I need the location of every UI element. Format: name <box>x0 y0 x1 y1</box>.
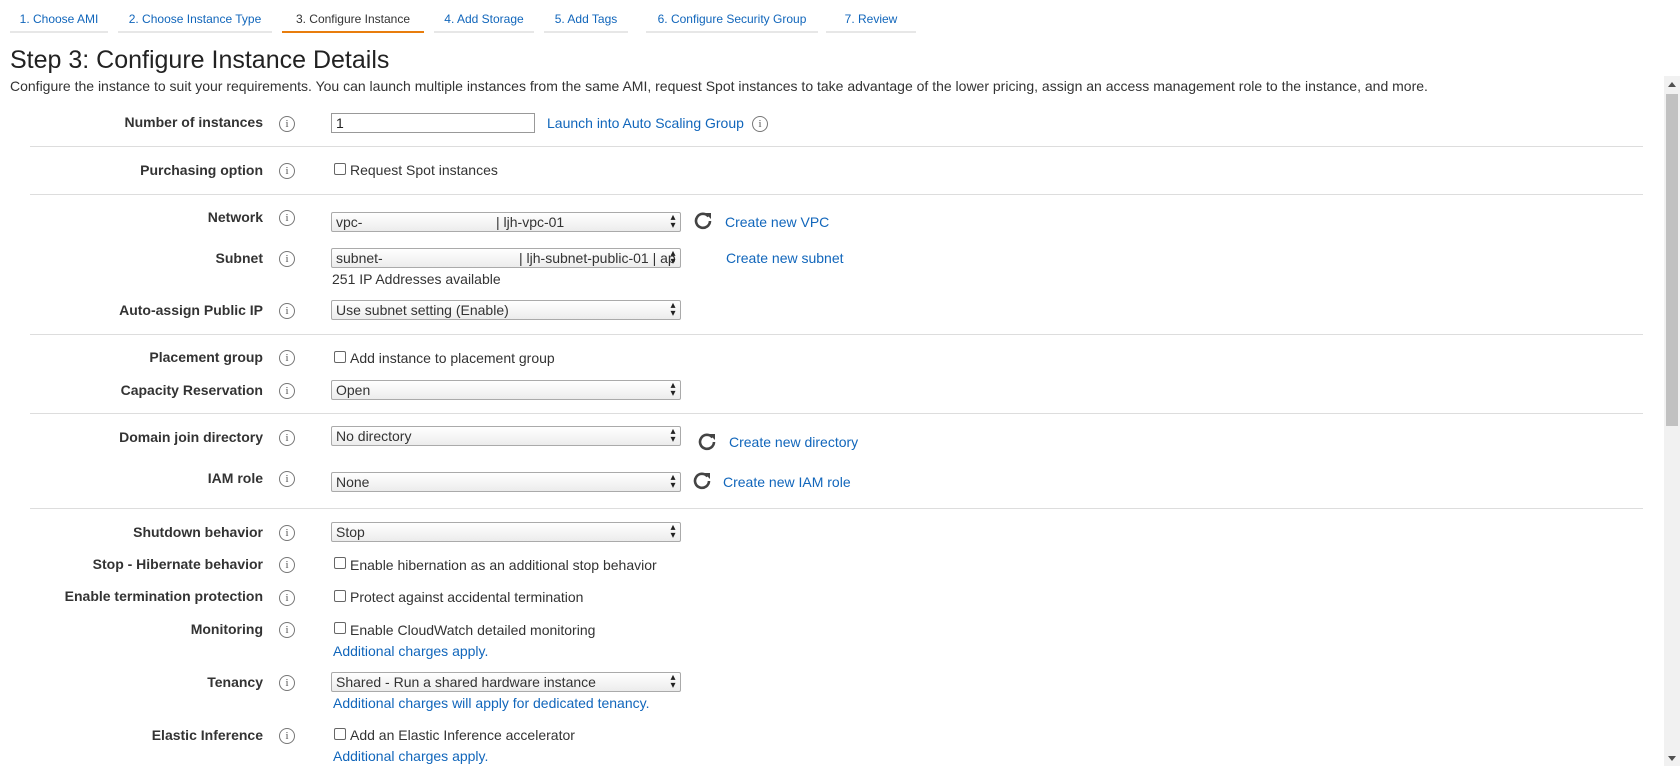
capacity-reservation-value: Open <box>336 382 371 398</box>
tab-configure-instance[interactable]: 3. Configure Instance <box>282 0 424 33</box>
subnet-select[interactable]: subnet- | ljh-subnet-public-01 | ap ▴ ▾ <box>331 248 681 268</box>
page-description: Configure the instance to suit your requ… <box>10 78 1428 94</box>
refresh-icon[interactable] <box>697 431 717 451</box>
label-auto-assign-ip: Auto-assign Public IP <box>119 302 263 318</box>
tab-configure-security-group[interactable]: 6. Configure Security Group <box>646 0 818 33</box>
hibernate-label: Enable hibernation as an additional stop… <box>350 557 657 573</box>
divider <box>30 413 1643 414</box>
subnet-ip-count: 251 IP Addresses available <box>332 271 501 287</box>
request-spot-checkbox[interactable] <box>334 163 346 175</box>
tenancy-charges-link[interactable]: Additional charges will apply for dedica… <box>333 695 649 711</box>
page-title: Step 3: Configure Instance Details <box>10 46 390 74</box>
info-icon[interactable]: i <box>279 728 295 744</box>
info-icon[interactable]: i <box>279 163 295 179</box>
info-icon[interactable]: i <box>279 525 295 541</box>
divider <box>30 194 1643 195</box>
iam-role-value: None <box>336 474 370 490</box>
label-domain-join: Domain join directory <box>119 429 263 445</box>
tab-review[interactable]: 7. Review <box>826 0 916 33</box>
placement-group-checkbox[interactable] <box>334 351 346 363</box>
info-icon[interactable]: i <box>279 251 295 267</box>
elastic-inference-checkbox[interactable] <box>334 728 346 740</box>
info-icon[interactable]: i <box>279 350 295 366</box>
tab-choose-ami[interactable]: 1. Choose AMI <box>10 0 108 33</box>
label-iam-role: IAM role <box>207 470 263 486</box>
iam-role-select[interactable]: None ▴ ▾ <box>331 472 681 492</box>
label-hibernate: Stop - Hibernate behavior <box>92 556 263 572</box>
scroll-down-arrow-icon[interactable] <box>1668 756 1676 761</box>
label-capacity-reservation: Capacity Reservation <box>120 382 263 398</box>
label-number-of-instances: Number of instances <box>124 114 263 130</box>
refresh-icon[interactable] <box>693 210 713 230</box>
shutdown-behavior-value: Stop <box>336 524 365 540</box>
tab-add-tags[interactable]: 5. Add Tags <box>544 0 628 33</box>
launch-auto-scaling-link[interactable]: Launch into Auto Scaling Group <box>547 115 744 131</box>
tab-choose-instance-type[interactable]: 2. Choose Instance Type <box>118 0 272 33</box>
select-arrows-icon: ▴ ▾ <box>670 472 676 491</box>
select-arrows-icon: ▴ ▾ <box>670 426 676 445</box>
create-iam-role-link[interactable]: Create new IAM role <box>723 474 851 490</box>
label-subnet: Subnet <box>215 250 263 266</box>
label-tenancy: Tenancy <box>207 674 263 690</box>
domain-join-value: No directory <box>336 428 412 444</box>
select-arrows-icon: ▴ ▾ <box>670 248 676 267</box>
network-prefix: vpc- <box>336 214 363 230</box>
info-icon[interactable]: i <box>279 116 295 132</box>
auto-assign-ip-value: Use subnet setting (Enable) <box>336 302 509 318</box>
label-purchasing-option: Purchasing option <box>140 162 263 178</box>
number-of-instances-input[interactable] <box>331 113 535 133</box>
scrollbar-thumb[interactable] <box>1666 94 1678 426</box>
select-arrows-icon: ▴ ▾ <box>670 672 676 691</box>
label-network: Network <box>207 209 263 225</box>
select-arrows-icon: ▴ ▾ <box>670 522 676 541</box>
info-icon[interactable]: i <box>279 557 295 573</box>
divider <box>30 334 1643 335</box>
label-shutdown-behavior: Shutdown behavior <box>133 524 263 540</box>
termination-protection-label: Protect against accidental termination <box>350 589 584 605</box>
info-icon[interactable]: i <box>279 675 295 691</box>
refresh-icon[interactable] <box>692 470 712 490</box>
divider <box>30 508 1643 509</box>
info-icon[interactable]: i <box>752 116 768 132</box>
label-placement-group: Placement group <box>149 349 263 365</box>
capacity-reservation-select[interactable]: Open ▴ ▾ <box>331 380 681 400</box>
info-icon[interactable]: i <box>279 210 295 226</box>
select-arrows-icon: ▴ ▾ <box>670 300 676 319</box>
info-icon[interactable]: i <box>279 471 295 487</box>
subnet-name: | ljh-subnet-public-01 | ap <box>519 250 676 266</box>
subnet-prefix: subnet- <box>336 250 383 266</box>
elastic-inference-charges-link[interactable]: Additional charges apply. <box>333 748 488 764</box>
tenancy-select[interactable]: Shared - Run a shared hardware instance … <box>331 672 681 692</box>
create-directory-link[interactable]: Create new directory <box>729 434 858 450</box>
select-arrows-icon: ▴ ▾ <box>670 212 676 231</box>
hibernate-checkbox[interactable] <box>334 557 346 569</box>
info-icon[interactable]: i <box>279 383 295 399</box>
tab-add-storage[interactable]: 4. Add Storage <box>434 0 534 33</box>
network-select[interactable]: vpc- | ljh-vpc-01 ▴ ▾ <box>331 212 681 232</box>
elastic-inference-label: Add an Elastic Inference accelerator <box>350 727 575 743</box>
label-elastic-inference: Elastic Inference <box>151 727 263 743</box>
info-icon[interactable]: i <box>279 590 295 606</box>
label-monitoring: Monitoring <box>190 621 263 637</box>
label-termination-protection: Enable termination protection <box>64 588 263 604</box>
placement-group-label: Add instance to placement group <box>350 350 555 366</box>
shutdown-behavior-select[interactable]: Stop ▴ ▾ <box>331 522 681 542</box>
select-arrows-icon: ▴ ▾ <box>670 380 676 399</box>
domain-join-select[interactable]: No directory ▴ ▾ <box>331 426 681 446</box>
scroll-up-arrow-icon[interactable] <box>1668 82 1676 87</box>
info-icon[interactable]: i <box>279 303 295 319</box>
create-subnet-link[interactable]: Create new subnet <box>726 250 844 266</box>
monitoring-charges-link[interactable]: Additional charges apply. <box>333 643 488 659</box>
info-icon[interactable]: i <box>279 622 295 638</box>
network-name: | ljh-vpc-01 <box>496 214 565 230</box>
divider <box>30 146 1643 147</box>
request-spot-label: Request Spot instances <box>350 162 498 178</box>
termination-protection-checkbox[interactable] <box>334 590 346 602</box>
info-icon[interactable]: i <box>279 430 295 446</box>
monitoring-label: Enable CloudWatch detailed monitoring <box>350 622 596 638</box>
create-vpc-link[interactable]: Create new VPC <box>725 214 829 230</box>
auto-assign-ip-select[interactable]: Use subnet setting (Enable) ▴ ▾ <box>331 300 681 320</box>
tenancy-value: Shared - Run a shared hardware instance <box>336 674 596 690</box>
monitoring-checkbox[interactable] <box>334 622 346 634</box>
